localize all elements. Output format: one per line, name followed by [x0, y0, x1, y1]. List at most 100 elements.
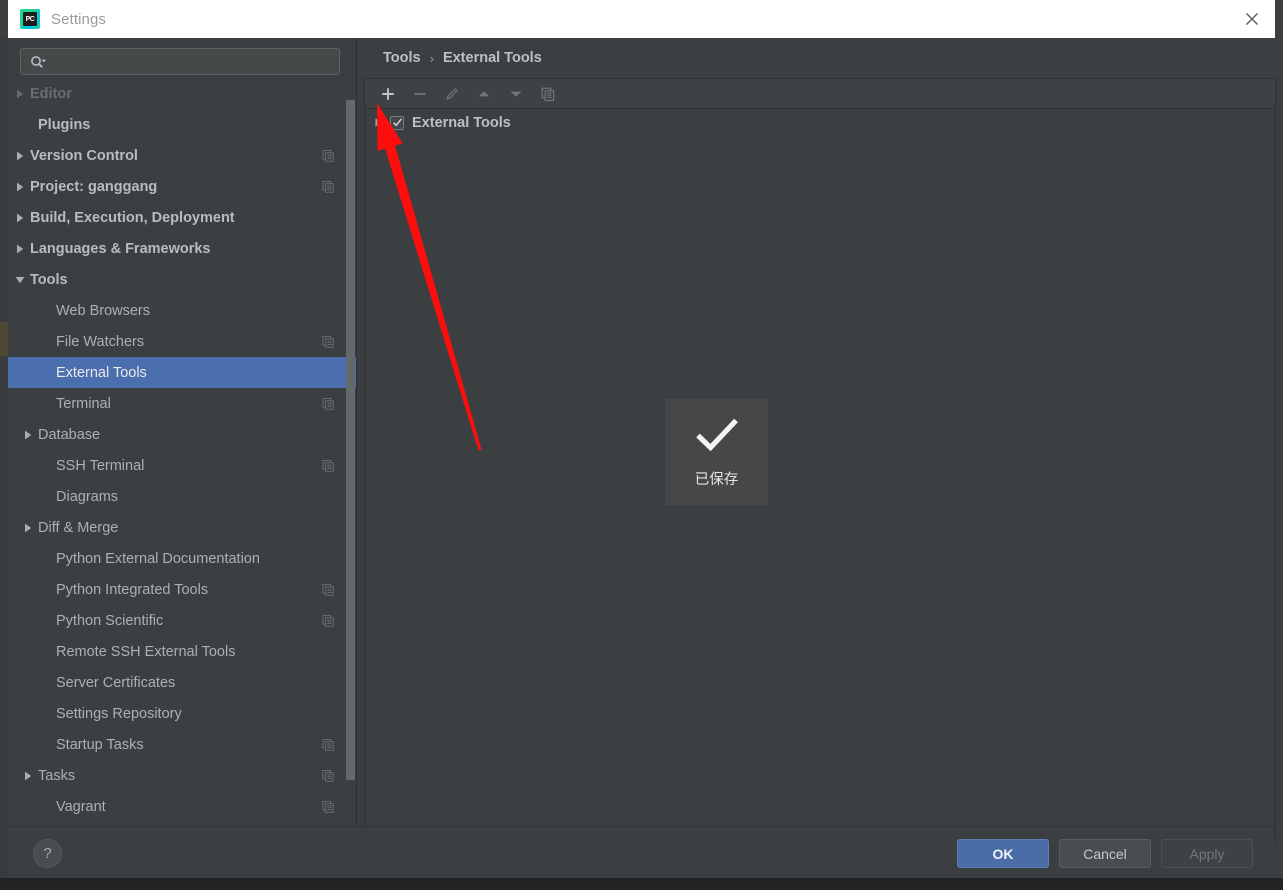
sidebar-item-label: Remote SSH External Tools — [56, 643, 236, 660]
search-field[interactable] — [20, 48, 340, 75]
sidebar-item-ssh-terminal[interactable]: SSH Terminal — [8, 450, 357, 481]
external-tools-checkbox[interactable] — [390, 115, 404, 130]
sidebar-item-tasks[interactable]: Tasks — [8, 760, 357, 791]
chevron-right-icon[interactable] — [18, 522, 38, 534]
chevron-down-icon[interactable] — [10, 274, 30, 286]
triangle-right-icon[interactable] — [373, 117, 390, 128]
sidebar-item-label: Database — [38, 426, 101, 443]
chevron-right-icon[interactable] — [10, 88, 30, 100]
tree-row-label: External Tools — [412, 114, 511, 131]
arrow-up-icon — [470, 81, 497, 107]
sidebar-item-label: Editor — [30, 85, 72, 102]
cancel-button[interactable]: Cancel — [1059, 839, 1151, 868]
chevron-right-icon[interactable] — [10, 243, 30, 255]
sidebar-item-label: Server Certificates — [56, 674, 176, 691]
sidebar-item-version-control[interactable]: Version Control — [8, 140, 357, 171]
sidebar-item-web-browsers[interactable]: Web Browsers — [8, 295, 357, 326]
search-input[interactable] — [47, 53, 339, 70]
sidebar-item-file-watchers[interactable]: File Watchers — [8, 326, 357, 357]
copy-settings-icon[interactable] — [322, 335, 335, 348]
toast-label: 已保存 — [694, 471, 739, 488]
copy-settings-icon[interactable] — [322, 769, 335, 782]
sidebar-item-label: Project: ganggang — [30, 178, 158, 195]
chevron-right-icon[interactable] — [10, 150, 30, 162]
sidebar-item-label: File Watchers — [56, 333, 145, 350]
copy-settings-icon[interactable] — [322, 738, 335, 751]
sidebar-item-server-certificates[interactable]: Server Certificates — [8, 667, 357, 698]
dialog-footer: ? OK Cancel Apply — [8, 826, 1275, 878]
sidebar-item-database[interactable]: Database — [8, 419, 357, 450]
breadcrumb: Tools › External Tools — [383, 50, 542, 66]
sidebar-item-plugins[interactable]: Plugins — [8, 109, 357, 140]
chevron-right-icon[interactable] — [10, 181, 30, 193]
sidebar-item-label: Tools — [30, 271, 68, 288]
sidebar-item-project-ganggang[interactable]: Project: ganggang — [8, 171, 357, 202]
sidebar-item-label: Python Integrated Tools — [56, 581, 209, 598]
sidebar-item-label: Build, Execution, Deployment — [30, 209, 235, 226]
left-edge-accent — [0, 322, 8, 356]
sidebar-item-label: Languages & Frameworks — [30, 240, 211, 257]
sidebar-item-python-external-documentation[interactable]: Python External Documentation — [8, 543, 357, 574]
sidebar-item-terminal[interactable]: Terminal — [8, 388, 357, 419]
breadcrumb-separator-icon: › — [429, 50, 434, 66]
close-icon[interactable] — [1229, 0, 1275, 38]
sidebar-item-python-integrated-tools[interactable]: Python Integrated Tools — [8, 574, 357, 605]
chevron-right-icon[interactable] — [18, 770, 38, 782]
footer-button-row: OK Cancel Apply — [957, 839, 1253, 868]
sidebar-item-label: Settings Repository — [56, 705, 182, 722]
settings-category-tree[interactable]: Editor Plugins Version Control Project: gan… — [8, 78, 357, 825]
copy-settings-icon[interactable] — [322, 800, 335, 813]
chevron-right-icon[interactable] — [10, 212, 30, 224]
settings-sidebar: Editor Plugins Version Control Project: gan… — [8, 38, 357, 825]
chevron-right-icon[interactable] — [18, 429, 38, 441]
saved-toast: 已保存 — [665, 399, 768, 505]
sidebar-item-editor[interactable]: Editor — [8, 78, 357, 109]
copy-settings-icon[interactable] — [322, 459, 335, 472]
sidebar-item-label: Terminal — [56, 395, 111, 412]
sidebar-item-label: Python Scientific — [56, 612, 164, 629]
copy-settings-icon[interactable] — [322, 583, 335, 596]
window-left-edge — [0, 38, 8, 878]
sidebar-item-label: SSH Terminal — [56, 457, 145, 474]
sidebar-item-label: Python External Documentation — [56, 550, 260, 567]
sidebar-item-label: Version Control — [30, 147, 138, 164]
breadcrumb-current: External Tools — [442, 50, 542, 66]
sidebar-item-settings-repository[interactable]: Settings Repository — [8, 698, 357, 729]
breadcrumb-parent[interactable]: Tools — [383, 50, 421, 66]
tree-row[interactable]: External Tools — [365, 109, 1275, 136]
sidebar-item-label: Diff & Merge — [38, 519, 119, 536]
arrow-down-icon — [502, 81, 529, 107]
copy-button — [534, 81, 561, 107]
sidebar-item-diff-merge[interactable]: Diff & Merge — [8, 512, 357, 543]
sidebar-item-languages-frameworks[interactable]: Languages & Frameworks — [8, 233, 357, 264]
external-tools-tree[interactable]: External Tools — [365, 109, 1275, 136]
ok-button[interactable]: OK — [957, 839, 1049, 868]
copy-settings-icon[interactable] — [322, 149, 335, 162]
sidebar-item-vagrant[interactable]: Vagrant — [8, 791, 357, 822]
sidebar-item-label: Startup Tasks — [56, 736, 144, 753]
sidebar-item-diagrams[interactable]: Diagrams — [8, 481, 357, 512]
search-icon — [30, 55, 47, 69]
sidebar-scrollbar-track[interactable] — [346, 38, 356, 785]
help-button[interactable]: ? — [33, 839, 62, 868]
pycharm-logo-icon: PC — [20, 9, 40, 29]
sidebar-item-startup-tasks[interactable]: Startup Tasks — [8, 729, 357, 760]
copy-settings-icon[interactable] — [322, 180, 335, 193]
external-tools-panel: External Tools — [364, 78, 1276, 846]
copy-settings-icon[interactable] — [322, 614, 335, 627]
settings-window: PC Settings Editor Plugins Version Contr… — [0, 0, 1283, 890]
title-bar: PC Settings — [8, 0, 1275, 38]
sidebar-item-external-tools[interactable]: External Tools — [8, 357, 357, 388]
sidebar-scrollbar-thumb[interactable] — [346, 100, 355, 780]
sidebar-item-label: Vagrant — [56, 798, 106, 815]
sidebar-item-remote-ssh-external-tools[interactable]: Remote SSH External Tools — [8, 636, 357, 667]
copy-settings-icon[interactable] — [322, 397, 335, 410]
external-tools-toolbar — [365, 79, 1275, 109]
settings-detail-panel: Tools › External Tools External Tools 已保… — [357, 38, 1283, 846]
sidebar-item-build-execution-deployment[interactable]: Build, Execution, Deployment — [8, 202, 357, 233]
sidebar-item-python-scientific[interactable]: Python Scientific — [8, 605, 357, 636]
sidebar-item-label: Tasks — [38, 767, 76, 784]
window-title: Settings — [51, 10, 106, 28]
add-button[interactable] — [374, 81, 401, 107]
sidebar-item-tools[interactable]: Tools — [8, 264, 357, 295]
